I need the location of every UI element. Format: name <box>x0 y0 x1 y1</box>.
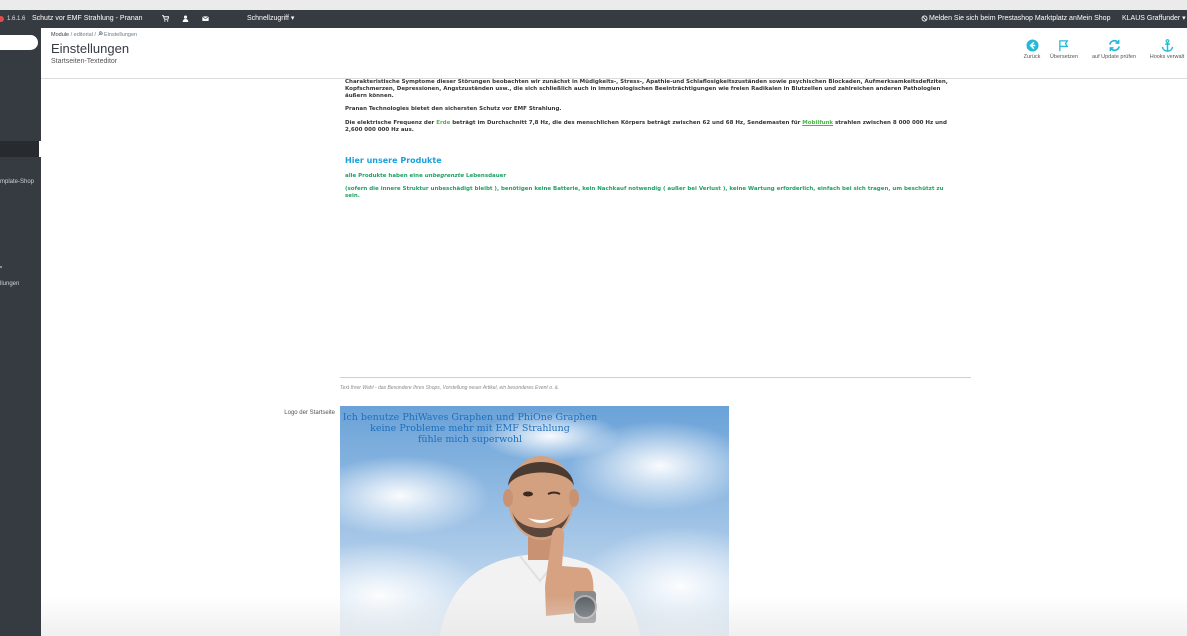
breadcrumb: Module / editorial / Einstellungen <box>51 31 137 38</box>
marketplace-icon <box>921 10 928 28</box>
breadcrumb-separator: / <box>94 32 96 38</box>
lifetime-text: alle Produkte haben eine <box>345 173 425 179</box>
sidebar-search-input[interactable] <box>0 35 38 50</box>
logo-field-label: Logo der Startseite <box>284 410 335 416</box>
cart-icon[interactable] <box>162 10 170 28</box>
hooks-label: Hooks verwalt <box>1149 54 1185 60</box>
sidebar-item-einstellungen[interactable]: llungen <box>0 281 19 287</box>
photo-caption-line-3: fühle mich superwohl <box>417 434 523 445</box>
back-button[interactable]: Zurück <box>1020 39 1044 67</box>
editor-bottom-border <box>340 377 971 378</box>
quick-access-menu[interactable]: Schnellzugriff ▾ <box>247 10 294 28</box>
message-icon[interactable] <box>202 10 209 28</box>
marketplace-link[interactable]: Melden Sie sich beim Prestashop Marktpla… <box>929 10 1077 28</box>
lifetime-emphasis: unbegrenzte <box>424 173 465 179</box>
erde-text: Erde <box>436 120 451 126</box>
editor-line-lifetime[interactable]: alle Produkte haben eine unbegrenzte Leb… <box>345 173 960 180</box>
user-menu[interactable]: KLAUS Graffunder ▾ <box>1122 10 1186 28</box>
photo-caption: Ich benutze PhiWaves Graphen und PhiOne … <box>340 412 600 445</box>
shop-title-link[interactable]: Schutz vor EMF Strahlung - Pranan <box>32 10 143 28</box>
refresh-icon <box>1108 39 1120 52</box>
mobilfunk-link[interactable]: Mobilfunk <box>802 120 833 126</box>
browser-strip <box>0 0 1187 10</box>
translate-button[interactable]: Übersetzen <box>1047 39 1081 67</box>
products-heading[interactable]: Hier unsere Produkte <box>345 156 442 165</box>
editor-paragraph-symptoms[interactable]: Charakteristische Symptome dieser Störun… <box>345 79 960 100</box>
frequency-text: Die elektrische Frequenz der <box>345 120 437 126</box>
editor-paragraph-pranan[interactable]: Pranan Technologies bietet den sicherste… <box>345 106 960 113</box>
frequency-text: beträgt im Durchschnitt 7,8 Hz, die des … <box>450 120 803 126</box>
hooks-button[interactable]: Hooks verwalt <box>1147 39 1187 67</box>
photo-caption-line-1: Ich benutze PhiWaves Graphen und PhiOne … <box>342 412 598 423</box>
anchor-icon <box>1161 39 1173 52</box>
update-check-label: auf Update prüfen <box>1091 54 1137 60</box>
sidebar-active-indicator <box>39 141 41 157</box>
sidebar-item-active[interactable] <box>0 141 41 157</box>
flag-icon <box>1058 40 1069 52</box>
update-check-button[interactable]: auf Update prüfen <box>1087 39 1141 67</box>
page-header: Module / editorial / Einstellungen Einst… <box>41 28 1187 79</box>
editor-paragraph-frequency[interactable]: Die elektrische Frequenz der Erde beträg… <box>345 120 965 134</box>
page-title: Einstellungen <box>51 41 130 56</box>
my-shop-link[interactable]: Mein Shop <box>1077 10 1110 28</box>
version-label: 1.6.1.6 <box>7 16 26 22</box>
lifetime-text: Lebensdauer <box>464 173 507 179</box>
logo-mark <box>0 16 4 22</box>
breadcrumb-module[interactable]: Module <box>51 32 69 38</box>
breadcrumb-separator: / <box>70 32 73 38</box>
editor-paragraph-care[interactable]: (sofern die innere Struktur unbeschädigt… <box>345 186 960 200</box>
translate-label: Übersetzen <box>1049 54 1079 60</box>
photo-caption-line-2: keine Probleme mehr mit EMF Strahlung <box>370 423 570 434</box>
sidebar-item-template-shop[interactable]: mplate-Shop <box>0 179 34 185</box>
back-label: Zurück <box>1023 54 1041 60</box>
arrow-left-circle-icon <box>1025 39 1039 52</box>
page-subtitle: Startseiten-Texteditor <box>51 58 118 65</box>
homepage-logo-image: Ich benutze PhiWaves Graphen und PhiOne … <box>340 406 729 636</box>
breadcrumb-editorial[interactable]: editorial <box>74 32 93 38</box>
sidebar: mplate-Shop llungen <box>0 28 41 636</box>
help-text: Text Ihrer Wahl - das Besondere Ihres Sh… <box>340 385 559 391</box>
customer-icon[interactable] <box>182 10 189 28</box>
sidebar-item-marker <box>0 266 2 268</box>
admin-topbar: 1.6.1.6 Schutz vor EMF Strahlung - Prana… <box>0 10 1187 28</box>
breadcrumb-current: Einstellungen <box>104 32 138 38</box>
